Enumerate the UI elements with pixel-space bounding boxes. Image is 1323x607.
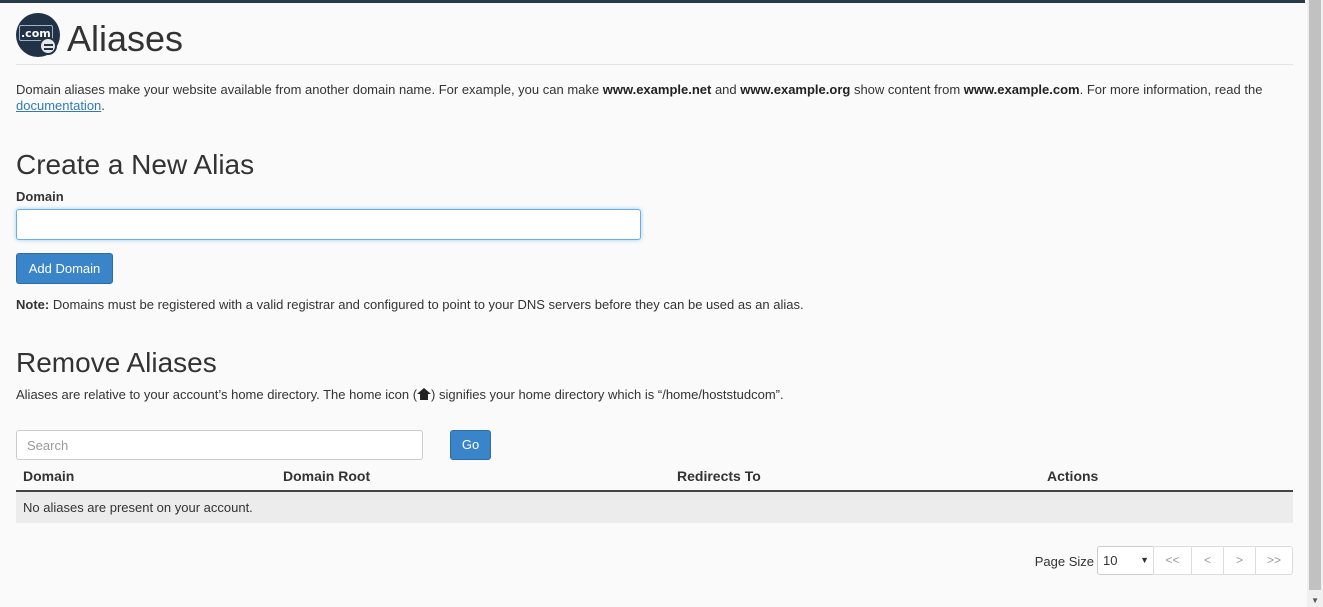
domain-alias-icon: .com	[16, 13, 60, 57]
note-label: Note:	[16, 297, 50, 312]
pagination: Page Size 10 ▼ << < > >>	[993, 546, 1293, 575]
add-domain-button[interactable]: Add Domain	[16, 253, 113, 284]
page-size-value: 10	[1103, 553, 1118, 568]
scroll-thumb[interactable]	[1309, 0, 1321, 590]
minus-circle-icon	[39, 37, 57, 55]
table-header: Domain Domain Root Redirects To Actions	[16, 462, 1293, 492]
next-page-button[interactable]: >	[1223, 547, 1255, 574]
first-page-button[interactable]: <<	[1154, 547, 1191, 574]
aliases-table: Domain Domain Root Redirects To Actions …	[16, 462, 1293, 523]
page-size-label: Page Size	[1034, 554, 1094, 569]
page-title: Aliases	[67, 18, 184, 59]
last-page-button[interactable]: >>	[1255, 547, 1292, 574]
example-com: www.example.com	[963, 82, 1080, 97]
column-domain-root[interactable]: Domain Root	[283, 468, 370, 484]
go-button[interactable]: Go	[450, 430, 491, 460]
create-alias-heading: Create a New Alias	[16, 149, 255, 180]
search-input[interactable]	[16, 430, 423, 460]
scrollbar[interactable]: ▼	[1307, 0, 1323, 607]
remove-aliases-heading: Remove Aliases	[16, 347, 217, 378]
chevron-down-icon: ▼	[1140, 555, 1149, 565]
note-text: Note: Domains must be registered with a …	[16, 297, 804, 312]
column-domain[interactable]: Domain	[23, 468, 74, 484]
home-icon	[417, 388, 432, 400]
documentation-link[interactable]: documentation	[16, 98, 101, 113]
column-redirects-to[interactable]: Redirects To	[677, 468, 761, 484]
intro-text: Domain aliases make your website availab…	[16, 82, 1263, 113]
scroll-down-icon[interactable]: ▼	[1311, 596, 1319, 605]
table-row-empty: No aliases are present on your account.	[16, 492, 1293, 523]
pagination-buttons: << < > >>	[1153, 546, 1293, 575]
column-actions: Actions	[1047, 468, 1099, 484]
example-net: www.example.net	[602, 82, 712, 97]
page-content: .com Aliases Domain aliases make your we…	[16, 3, 1293, 575]
page-size-select[interactable]: 10 ▼	[1097, 546, 1155, 575]
domain-input[interactable]	[16, 209, 641, 240]
prev-page-button[interactable]: <	[1191, 547, 1223, 574]
remove-description: Aliases are relative to your account’s h…	[16, 387, 784, 402]
domain-label: Domain	[16, 189, 64, 204]
example-org: www.example.org	[740, 82, 851, 97]
page-header: .com Aliases	[16, 3, 1293, 65]
